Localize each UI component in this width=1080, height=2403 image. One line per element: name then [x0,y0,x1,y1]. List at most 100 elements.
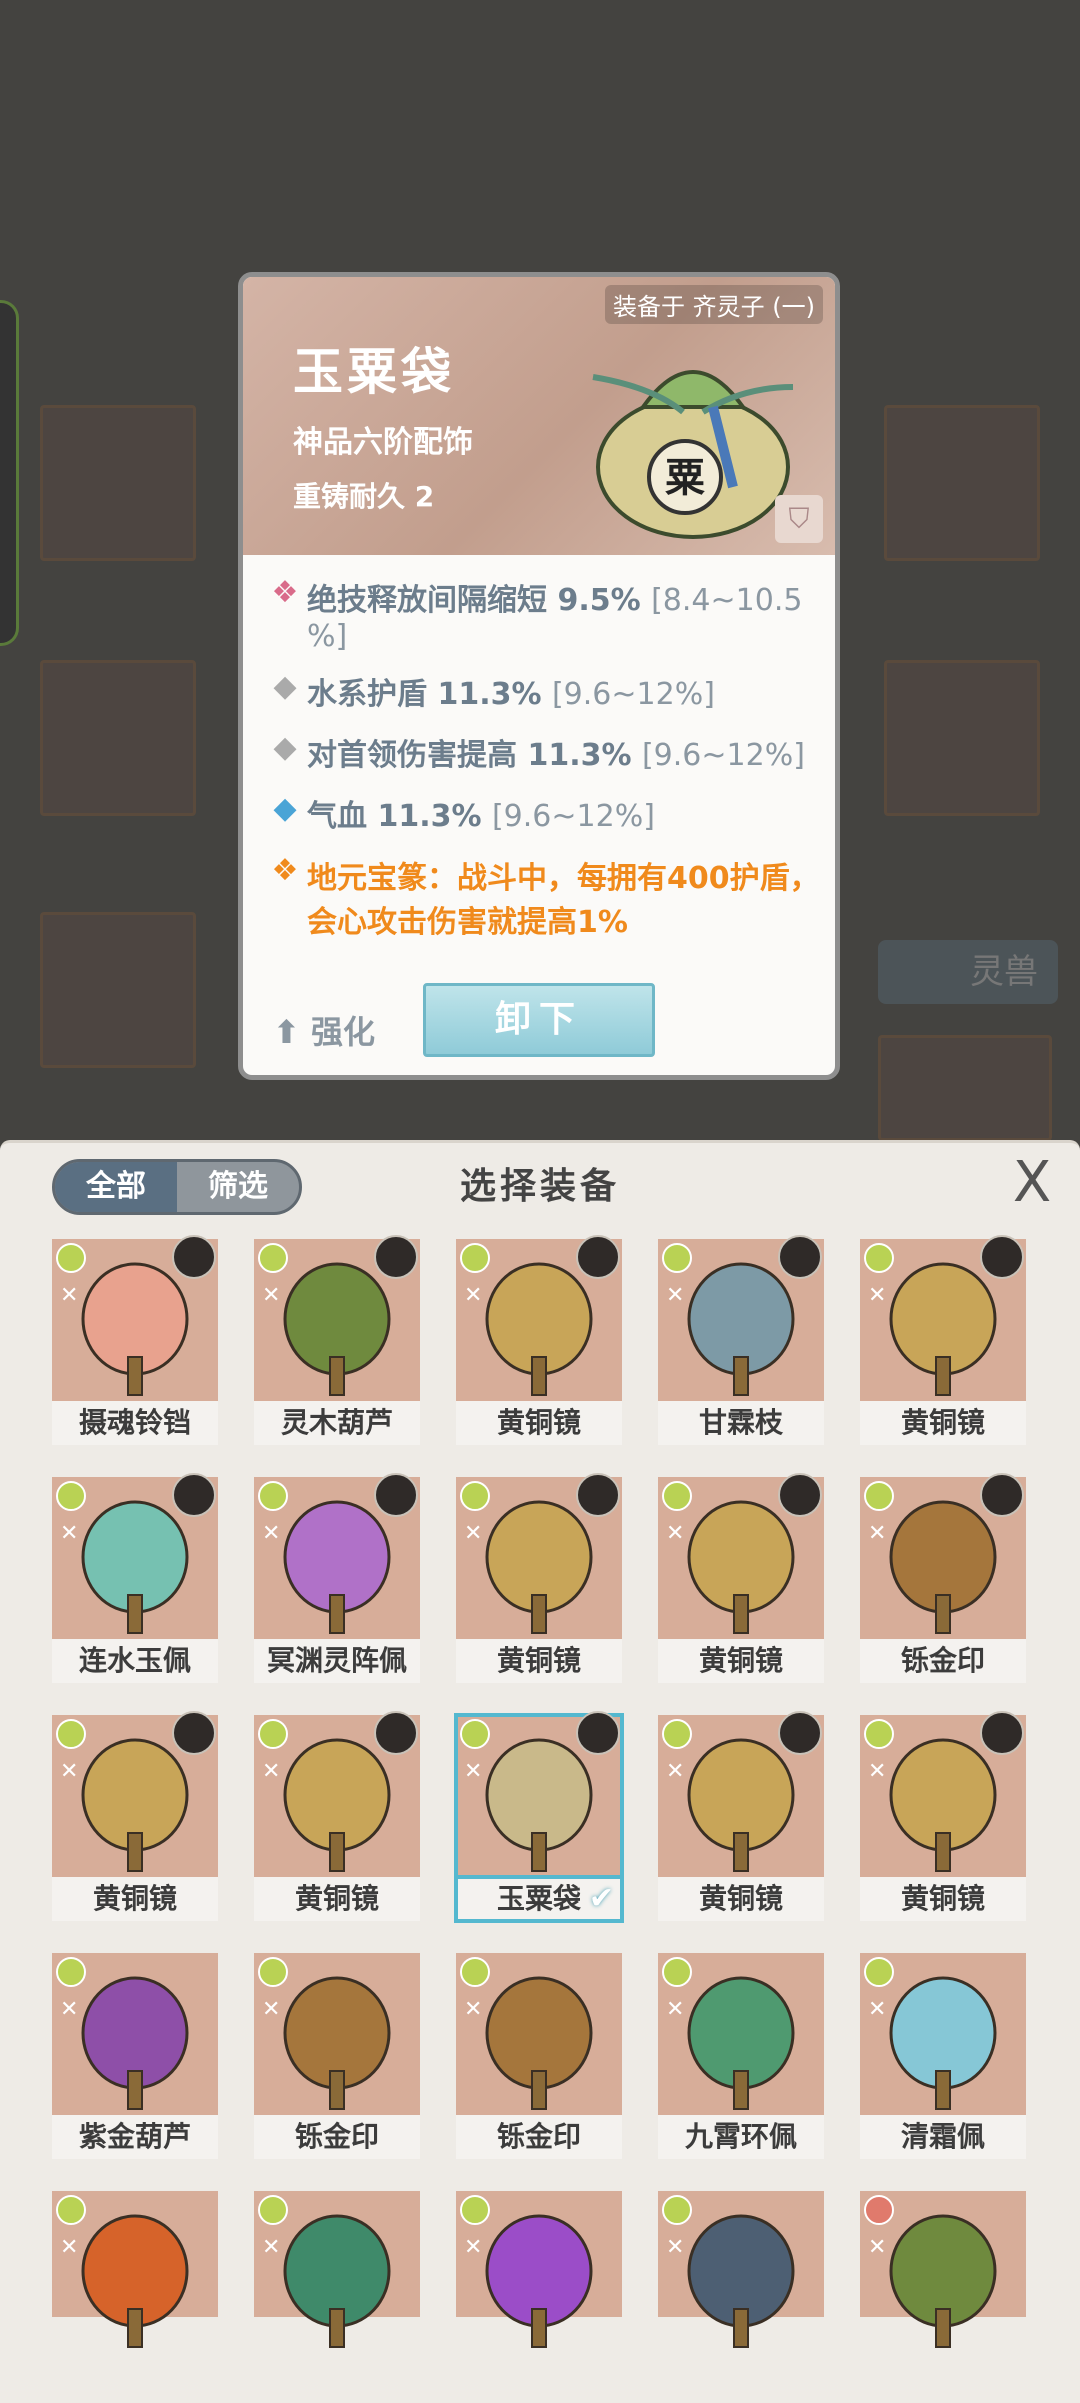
rank-icon: ✕ [262,2235,281,2260]
equipment-cell[interactable]: ✕ 黄铜镜 [658,1473,824,1683]
bg-slot [884,405,1040,561]
equipment-cell[interactable]: ✕ 连水玉佩 [52,1473,218,1683]
owner-avatar [778,1711,822,1755]
rank-icon: ✕ [868,1521,887,1546]
rank-icon: ✕ [60,1521,79,1546]
stat-range: [9.6~12%] [551,677,715,712]
owner-avatar [576,1473,620,1517]
unequip-button[interactable]: 卸下 [423,983,655,1057]
equipment-name: 铄金印 [860,1639,1026,1683]
equipment-cell[interactable]: ✕ 甘霖枝 [658,1235,824,1445]
equipment-cell[interactable]: ✕ [658,2191,824,2397]
equipment-cell[interactable]: ✕ [52,2191,218,2397]
rank-icon: ✕ [868,1997,887,2022]
quality-icon [460,2195,490,2225]
rank-icon: ✕ [666,1283,685,1308]
rank-icon: ✕ [60,2235,79,2260]
equipment-cell[interactable]: ✕ 摄魂铃铛 [52,1235,218,1445]
equipment-grid: ✕ 摄魂铃铛 ✕ 灵木葫芦 ✕ 黄铜镜 ✕ 甘霖枝 ✕ 黄铜镜 ✕ 连水玉佩 ✕ 冥渊灵阵佩 ✕ 黄铜镜 ✕ 黄铜… [52,1235,1032,2403]
equipment-cell[interactable]: ✕ [254,2191,420,2397]
stat-value: 气血 11.3% [307,799,492,834]
equipment-cell[interactable]: ✕ 玉粟袋 ✔ [454,1711,624,1923]
rank-icon: ✕ [262,1759,281,1784]
rank-icon: ✕ [60,1283,79,1308]
flame-icon: ❖ [271,575,299,610]
quality-icon [662,1243,692,1273]
equipment-cell[interactable]: ✕ 黄铜镜 [456,1473,622,1683]
equipment-cell[interactable]: ✕ 灵木葫芦 [254,1235,420,1445]
quality-icon [864,1719,894,1749]
equipment-cell[interactable]: ✕ 九霄环佩 [658,1953,824,2159]
owner-avatar [172,1235,216,1279]
quality-icon [258,1243,288,1273]
stat-line-4: ◆ 气血 11.3% [9.6~12%] [263,791,823,835]
equipment-name: 冥渊灵阵佩 [254,1639,420,1683]
equipment-cell[interactable]: ✕ [456,2191,622,2397]
panel-title: 选择装备 [459,1166,620,1207]
rank-icon: ✕ [464,1283,483,1308]
equipment-name: 清霜佩 [860,2115,1026,2159]
bg-slot [878,1035,1052,1141]
stat-line-3: ◆ 对首领伤害提高 11.3% [9.6~12%] [263,730,823,774]
owner-avatar [980,1235,1024,1279]
equipment-cell[interactable]: ✕ 黄铜镜 [254,1711,420,1921]
quality-icon [56,1481,86,1511]
owner-avatar [778,1235,822,1279]
equipment-cell[interactable]: ✕ 紫金葫芦 [52,1953,218,2159]
rank-icon: ✕ [464,1521,483,1546]
equipment-name: 甘霖枝 [658,1401,824,1445]
close-icon[interactable]: X [1002,1153,1062,1213]
equipment-cell[interactable]: ✕ 黄铜镜 [658,1711,824,1921]
special-effect-icon: ❖ [271,853,299,888]
diamond-icon: ◆ [273,730,297,765]
owner-avatar [576,1711,620,1755]
detail-header: 装备于 齐灵子 (一) 玉粟袋 神品六阶配饰 重铸耐久 2 粟 ⛉ [243,277,835,555]
equipment-name: 黄铜镜 [456,1639,622,1683]
lock-icon[interactable]: ⛉ [775,495,823,543]
equipment-name: 黄铜镜 [860,1401,1026,1445]
equipment-cell[interactable]: ✕ 黄铜镜 [456,1235,622,1445]
owner-avatar [374,1711,418,1755]
quality-icon [864,1957,894,1987]
rank-icon: ✕ [868,1759,887,1784]
quality-icon [56,1957,86,1987]
rank-icon: ✕ [262,1283,281,1308]
bg-slot [40,660,196,816]
equipment-cell[interactable]: ✕ 黄铜镜 [860,1711,1026,1921]
rank-icon: ✕ [666,1521,685,1546]
equipment-select-panel: 全部 筛选 选择装备 X ✕ 摄魂铃铛 ✕ 灵木葫芦 ✕ 黄铜镜 ✕ 甘霖枝 ✕ 黄铜镜 ✕ 连水玉佩… [0,1140,1080,2403]
equipment-cell[interactable]: ✕ 黄铜镜 [52,1711,218,1921]
bg-slot [40,912,196,1068]
stat-range: [8.4~10.5 [651,583,803,618]
upgrade-button[interactable]: ⬆ 强化 [273,1007,375,1053]
equipment-cell[interactable]: ✕ 冥渊灵阵佩 [254,1473,420,1683]
quality-icon [460,1957,490,1987]
quality-icon [662,1481,692,1511]
quality-icon [258,1719,288,1749]
rank-icon: ✕ [60,1759,79,1784]
owner-avatar [576,1235,620,1279]
equipment-name: 黄铜镜 [52,1877,218,1921]
equipment-cell[interactable]: ✕ 黄铜镜 [860,1235,1026,1445]
equipment-cell[interactable]: ✕ [860,2191,1026,2397]
svg-text:粟: 粟 [665,455,705,501]
rank-icon: ✕ [868,1283,887,1308]
equipment-cell[interactable]: ✕ 铄金印 [860,1473,1026,1683]
blue-diamond-icon: ◆ [273,791,297,826]
equipment-cell[interactable]: ✕ 铄金印 [254,1953,420,2159]
up-arrow-icon: ⬆ [273,1013,300,1051]
check-icon: ✔ [588,1881,614,1916]
stat-line-2: ◆ 水系护盾 11.3% [9.6~12%] [263,669,823,713]
equipment-cell[interactable]: ✕ 清霜佩 [860,1953,1026,2159]
item-name: 玉粟袋 [293,343,455,401]
equipment-name: 摄魂铃铛 [52,1401,218,1445]
side-panel-handle [0,300,19,646]
stat-value: 水系护盾 11.3% [307,677,552,712]
equipment-cell[interactable]: ✕ 铄金印 [456,1953,622,2159]
item-detail-card: 装备于 齐灵子 (一) 玉粟袋 神品六阶配饰 重铸耐久 2 粟 ⛉ ❖ 绝技释放… [238,272,840,1080]
quality-icon [662,2195,692,2225]
equipment-name: 黄铜镜 [860,1877,1026,1921]
equipment-name: 紫金葫芦 [52,2115,218,2159]
bg-slot [884,660,1040,816]
owner-avatar [374,1473,418,1517]
